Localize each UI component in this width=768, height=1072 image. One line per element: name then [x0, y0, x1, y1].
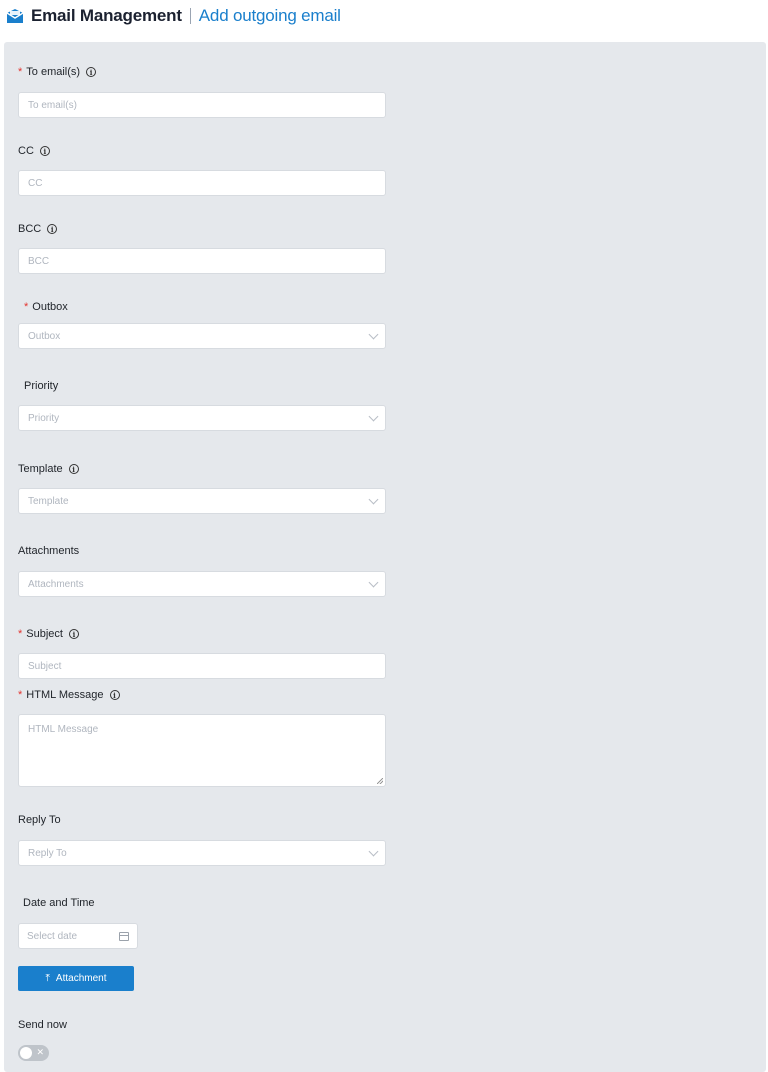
attachments-select[interactable]: Attachments — [18, 571, 386, 597]
form-panel: * To email(s) i To email(s) CC i CC BCC … — [4, 42, 766, 1072]
priority-label: Priority — [24, 380, 59, 392]
info-icon[interactable]: i — [68, 629, 79, 639]
required-marker: * — [24, 301, 29, 313]
calendar-icon — [119, 932, 129, 941]
template-select[interactable]: Template — [18, 488, 386, 514]
resize-handle-icon[interactable] — [377, 778, 383, 784]
to-email-input[interactable]: To email(s) — [18, 92, 386, 118]
toggle-knob — [20, 1047, 32, 1059]
bcc-label: BCC i — [18, 223, 58, 235]
bcc-input[interactable]: BCC — [18, 248, 386, 274]
close-icon: ✕ — [36, 1047, 44, 1057]
app-title: Email Management — [31, 6, 182, 25]
chevron-down-icon — [368, 411, 379, 422]
subject-label: * Subject i — [18, 628, 79, 640]
info-icon[interactable]: i — [109, 690, 120, 700]
title-separator — [189, 8, 191, 24]
required-marker: * — [18, 689, 23, 701]
cc-label: CC i — [18, 145, 50, 157]
reply-to-select[interactable]: Reply To — [18, 840, 386, 866]
chevron-down-icon — [368, 846, 379, 857]
info-icon[interactable]: i — [47, 224, 58, 234]
send-now-label: Send now — [18, 1019, 67, 1031]
email-logo-icon — [6, 8, 24, 24]
info-icon[interactable]: i — [68, 464, 79, 474]
outbox-select[interactable]: Outbox — [18, 323, 386, 349]
date-picker-input[interactable]: Select date — [18, 923, 138, 949]
info-icon[interactable]: i — [86, 67, 97, 77]
chevron-down-icon — [368, 494, 379, 505]
chevron-down-icon — [368, 329, 379, 340]
html-message-textarea[interactable]: HTML Message — [18, 714, 386, 787]
page-header: Email Management Add outgoing email — [0, 0, 768, 32]
subject-input[interactable]: Subject — [18, 653, 386, 679]
date-time-label: Date and Time — [23, 897, 95, 909]
template-label: Template i — [18, 463, 79, 475]
upload-icon: ⤒ — [45, 973, 50, 984]
send-now-toggle[interactable]: ✕ — [18, 1045, 49, 1061]
reply-to-label: Reply To — [18, 814, 61, 826]
outbox-label: * Outbox — [24, 301, 68, 313]
page-title: Add outgoing email — [198, 6, 341, 25]
attachment-button[interactable]: ⤒ Attachment — [18, 966, 134, 991]
cc-input[interactable]: CC — [18, 170, 386, 196]
attachments-label: Attachments — [18, 545, 80, 557]
chevron-down-icon — [368, 577, 379, 588]
required-marker: * — [18, 628, 23, 640]
required-marker: * — [18, 66, 23, 78]
info-icon[interactable]: i — [39, 146, 50, 156]
to-label: * To email(s) i — [18, 66, 97, 78]
priority-select[interactable]: Priority — [18, 405, 386, 431]
html-message-label: * HTML Message i — [18, 689, 120, 701]
